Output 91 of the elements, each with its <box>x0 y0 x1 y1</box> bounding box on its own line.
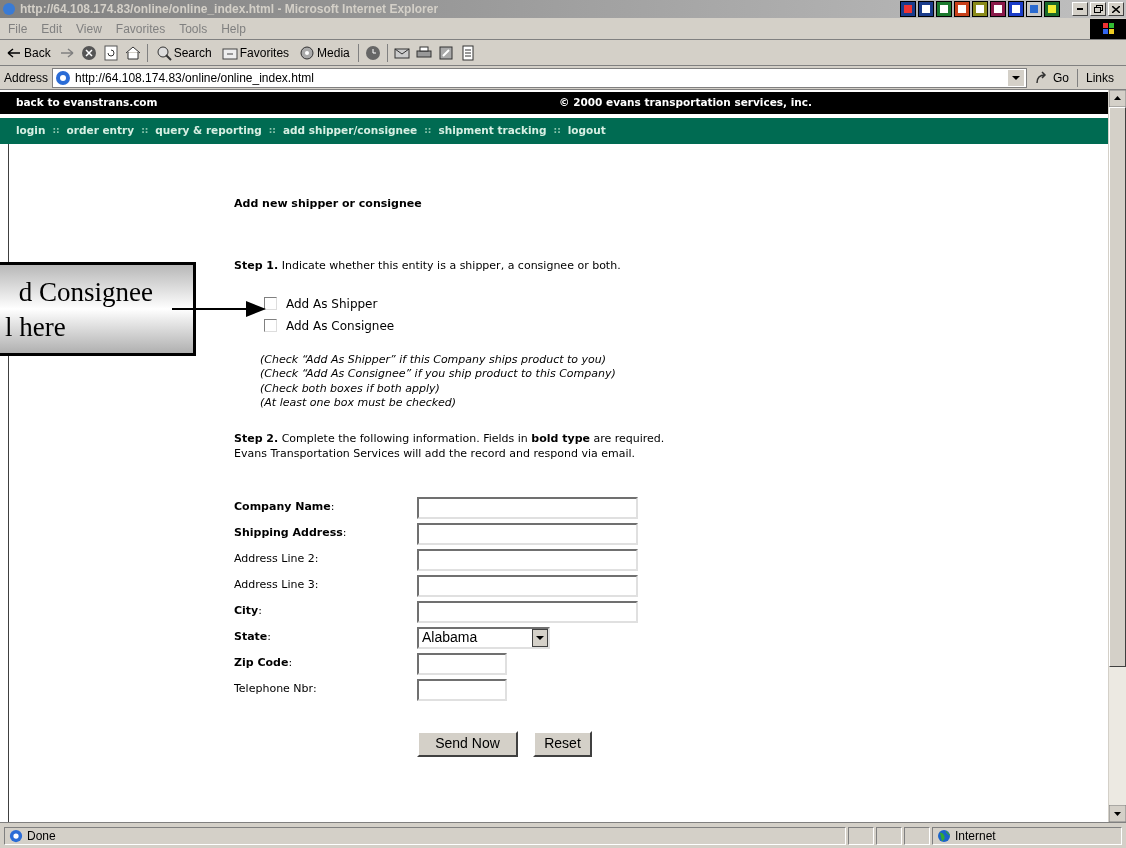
text-field[interactable] <box>417 522 638 545</box>
checkbox-label[interactable]: Add As Shipper <box>286 294 378 313</box>
text-field[interactable] <box>417 652 507 675</box>
nav-link[interactable]: shipment tracking <box>438 123 547 139</box>
nav-link[interactable]: login <box>16 123 46 139</box>
reset-button[interactable]: Reset <box>533 730 592 757</box>
nav-link[interactable]: add shipper/consignee <box>282 123 418 139</box>
field-label: State: <box>234 629 273 646</box>
note-text: (Check “Add As Shipper” if this Company ships product to you) <box>260 352 608 367</box>
nav-link[interactable]: order entry <box>66 123 135 139</box>
close-icon <box>1112 5 1120 13</box>
search-button[interactable]: Search <box>153 41 214 64</box>
address-field[interactable]: http://64.108.174.83/online/online_index.html <box>52 67 1027 88</box>
checkbox[interactable] <box>264 297 277 310</box>
app-icon[interactable] <box>954 1 970 17</box>
text-field[interactable] <box>417 496 638 519</box>
nav-separator: :: <box>141 124 149 138</box>
note-text: (At least one box must be checked) <box>260 396 458 411</box>
media-button[interactable]: Media <box>297 41 352 64</box>
windows-logo-icon <box>1090 18 1126 39</box>
app-icon[interactable] <box>1044 1 1060 17</box>
app-icon[interactable] <box>972 1 988 17</box>
scrollbar[interactable] <box>1108 90 1126 822</box>
field-label: Shipping Address: <box>234 525 348 542</box>
text-field[interactable] <box>417 574 638 597</box>
minimize-icon <box>1077 8 1083 10</box>
links-button[interactable]: Links <box>1077 68 1122 87</box>
refresh-icon[interactable] <box>102 44 119 61</box>
nav-separator: :: <box>268 124 276 138</box>
app-icon[interactable] <box>1008 1 1024 17</box>
instruction-text: Step 2. Complete the following information. Fields in bold type are required. <box>234 430 666 446</box>
nav-separator: :: <box>424 124 432 138</box>
text-field[interactable] <box>417 678 507 701</box>
stop-icon[interactable] <box>80 44 97 61</box>
restore-button[interactable] <box>1090 2 1106 16</box>
field-label: Telephone Nbr: <box>234 681 318 698</box>
search-icon <box>155 44 172 61</box>
home-icon[interactable] <box>124 44 141 61</box>
nav-separator: :: <box>553 124 561 138</box>
note-text: (Check both boxes if both apply) <box>260 381 441 396</box>
callout-text: d Consignee <box>17 276 153 309</box>
site-link[interactable]: back to evanstrans.com <box>16 95 158 111</box>
app-icon[interactable] <box>1026 1 1042 17</box>
field-label: Company Name: <box>234 499 336 516</box>
media-icon <box>299 44 316 61</box>
field-label: Zip Code: <box>234 655 294 672</box>
document-icon[interactable] <box>459 44 476 61</box>
callout-text: l here <box>4 311 67 344</box>
print-icon[interactable] <box>415 44 432 61</box>
app-icon[interactable] <box>990 1 1006 17</box>
back-arrow-button[interactable]: Back <box>4 41 53 64</box>
note-text: (Check “Add As Consignee” if you ship product to this Company) <box>260 367 617 382</box>
step-instruction: Step 1. Indicate whether this entity is a shipper, a consignee or both. <box>234 258 622 274</box>
globe-icon <box>937 828 951 843</box>
browser-icon <box>2 2 16 16</box>
nav-separator: :: <box>52 124 60 138</box>
page-icon <box>55 69 72 86</box>
page-title: Add new shipper or consignee <box>234 196 423 210</box>
status-panel <box>876 826 902 845</box>
status-panel <box>848 826 874 845</box>
window-title: http://64.108.174.83/online/online_index.html - Microsoft Internet Explorer <box>20 1 439 18</box>
nav-link[interactable]: logout <box>567 123 606 139</box>
address-label: Address <box>4 69 49 87</box>
page-icon <box>9 828 23 843</box>
restore-icon <box>1093 5 1103 13</box>
close-button[interactable] <box>1108 2 1124 16</box>
app-icon[interactable] <box>936 1 952 17</box>
status-panel <box>904 826 930 845</box>
field-label: City: <box>234 603 263 620</box>
text-field[interactable] <box>417 600 638 623</box>
text-field[interactable] <box>417 548 638 571</box>
scroll-down-icon[interactable] <box>1109 805 1126 822</box>
status-text: Done <box>27 827 56 845</box>
edit-icon[interactable] <box>437 44 454 61</box>
app-icon[interactable] <box>918 1 934 17</box>
copyright-text: © 2000 evans transportation services, inc. <box>559 95 812 111</box>
go-arrow-icon <box>1034 70 1049 85</box>
field-label: Address Line 2: <box>234 551 320 568</box>
nav-link[interactable]: query & reporting <box>155 123 262 139</box>
go-button[interactable]: Go <box>1030 67 1073 88</box>
state-dropdown[interactable]: Alabama <box>417 626 550 649</box>
field-label: Address Line 3: <box>234 577 320 594</box>
scroll-up-icon[interactable] <box>1109 90 1126 107</box>
send-button[interactable]: Send Now <box>417 730 518 757</box>
zone-text: Internet <box>955 827 996 845</box>
instruction-text: Evans Transportation Services will add the record and respond via email. <box>234 445 637 461</box>
checkbox[interactable] <box>264 319 277 332</box>
folder-button[interactable]: Favorites <box>219 41 292 64</box>
minimize-button[interactable] <box>1072 2 1088 16</box>
clock-icon[interactable] <box>364 44 381 61</box>
checkbox-label[interactable]: Add As Consignee <box>286 316 395 335</box>
